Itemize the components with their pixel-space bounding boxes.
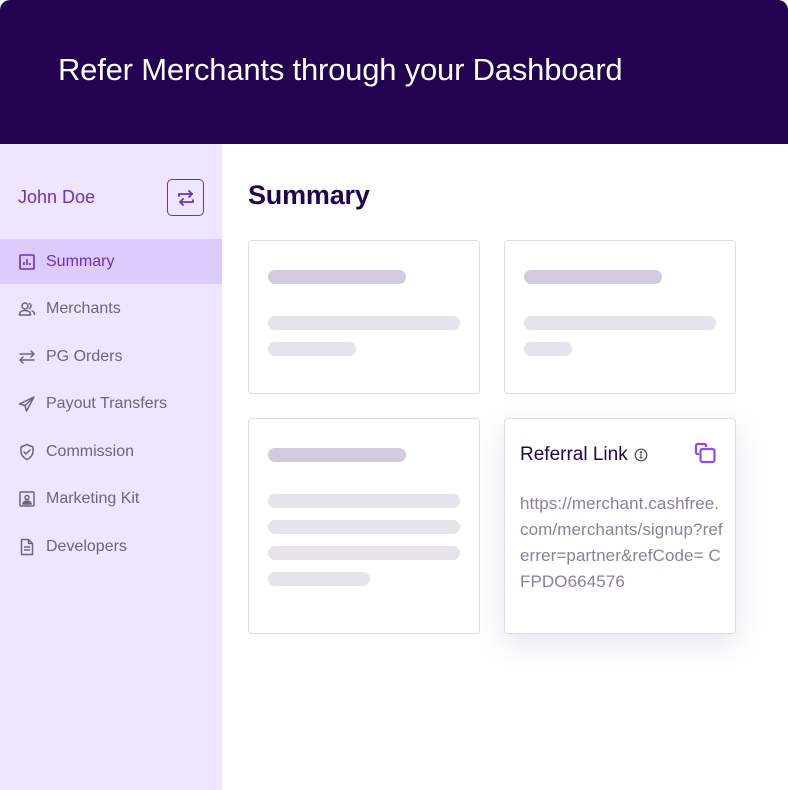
skeleton-line xyxy=(268,316,460,330)
sidebar-item-summary[interactable]: Summary xyxy=(0,239,222,284)
sidebar-item-label: PG Orders xyxy=(46,347,123,365)
skeleton-line xyxy=(268,448,406,462)
skeleton-line xyxy=(268,270,406,284)
summary-card-placeholder xyxy=(248,240,480,394)
sidebar-item-pg-orders[interactable]: PG Orders xyxy=(0,334,222,379)
summary-card-placeholder xyxy=(248,418,480,634)
arrows-exchange-icon xyxy=(18,348,36,366)
users-icon xyxy=(18,300,36,318)
skeleton-line xyxy=(268,520,460,534)
summary-card-placeholder xyxy=(504,240,736,394)
sidebar-item-label: Developers xyxy=(46,538,127,556)
sidebar-nav: Summary Merchants PG Orders Payout Trans… xyxy=(0,239,222,572)
info-icon[interactable] xyxy=(634,448,648,462)
skeleton-line xyxy=(524,342,572,356)
bar-chart-icon xyxy=(18,253,36,271)
user-name: John Doe xyxy=(18,187,96,207)
skeleton-line xyxy=(268,494,460,508)
banner-title: Refer Merchants through your Dashboard xyxy=(58,52,623,87)
sidebar-item-marketing-kit[interactable]: Marketing Kit xyxy=(0,477,222,522)
sidebar-item-label: Summary xyxy=(46,252,115,270)
copy-link-button[interactable] xyxy=(691,439,719,467)
send-icon xyxy=(18,395,36,413)
page-title: Summary xyxy=(248,180,370,210)
sidebar-item-label: Commission xyxy=(46,442,135,460)
referral-link-title: Referral Link xyxy=(520,444,648,466)
switch-account-button[interactable] xyxy=(167,179,204,216)
skeleton-line xyxy=(268,572,370,586)
referral-link-heading: Referral Link xyxy=(520,444,628,465)
hero-banner: Refer Merchants through your Dashboard xyxy=(0,0,788,144)
sidebar-item-developers[interactable]: Developers xyxy=(0,525,222,570)
sidebar-item-label: Merchants xyxy=(46,300,121,318)
sidebar-item-merchants[interactable]: Merchants xyxy=(0,287,222,332)
user-row: John Doe xyxy=(18,179,204,216)
shield-check-icon xyxy=(18,443,36,461)
sidebar: John Doe Summary Merchants PG Orders Pay… xyxy=(0,144,222,790)
copy-icon xyxy=(691,439,719,467)
contact-card-icon xyxy=(18,490,36,508)
document-icon xyxy=(18,538,36,556)
skeleton-line xyxy=(524,316,716,330)
sidebar-item-payout-transfers[interactable]: Payout Transfers xyxy=(0,382,222,427)
referral-link-card: Referral Link https://​merchant.cashfree… xyxy=(504,418,736,634)
skeleton-line xyxy=(268,546,460,560)
sidebar-item-label: Marketing Kit xyxy=(46,490,140,508)
swap-arrows-icon xyxy=(177,189,195,206)
skeleton-line xyxy=(524,270,662,284)
skeleton-line xyxy=(268,342,356,356)
sidebar-item-commission[interactable]: Commission xyxy=(0,429,222,474)
sidebar-item-label: Payout Transfers xyxy=(46,395,167,413)
referral-link-text[interactable]: https://​merchant.cashfree.com/merchants… xyxy=(520,491,725,595)
